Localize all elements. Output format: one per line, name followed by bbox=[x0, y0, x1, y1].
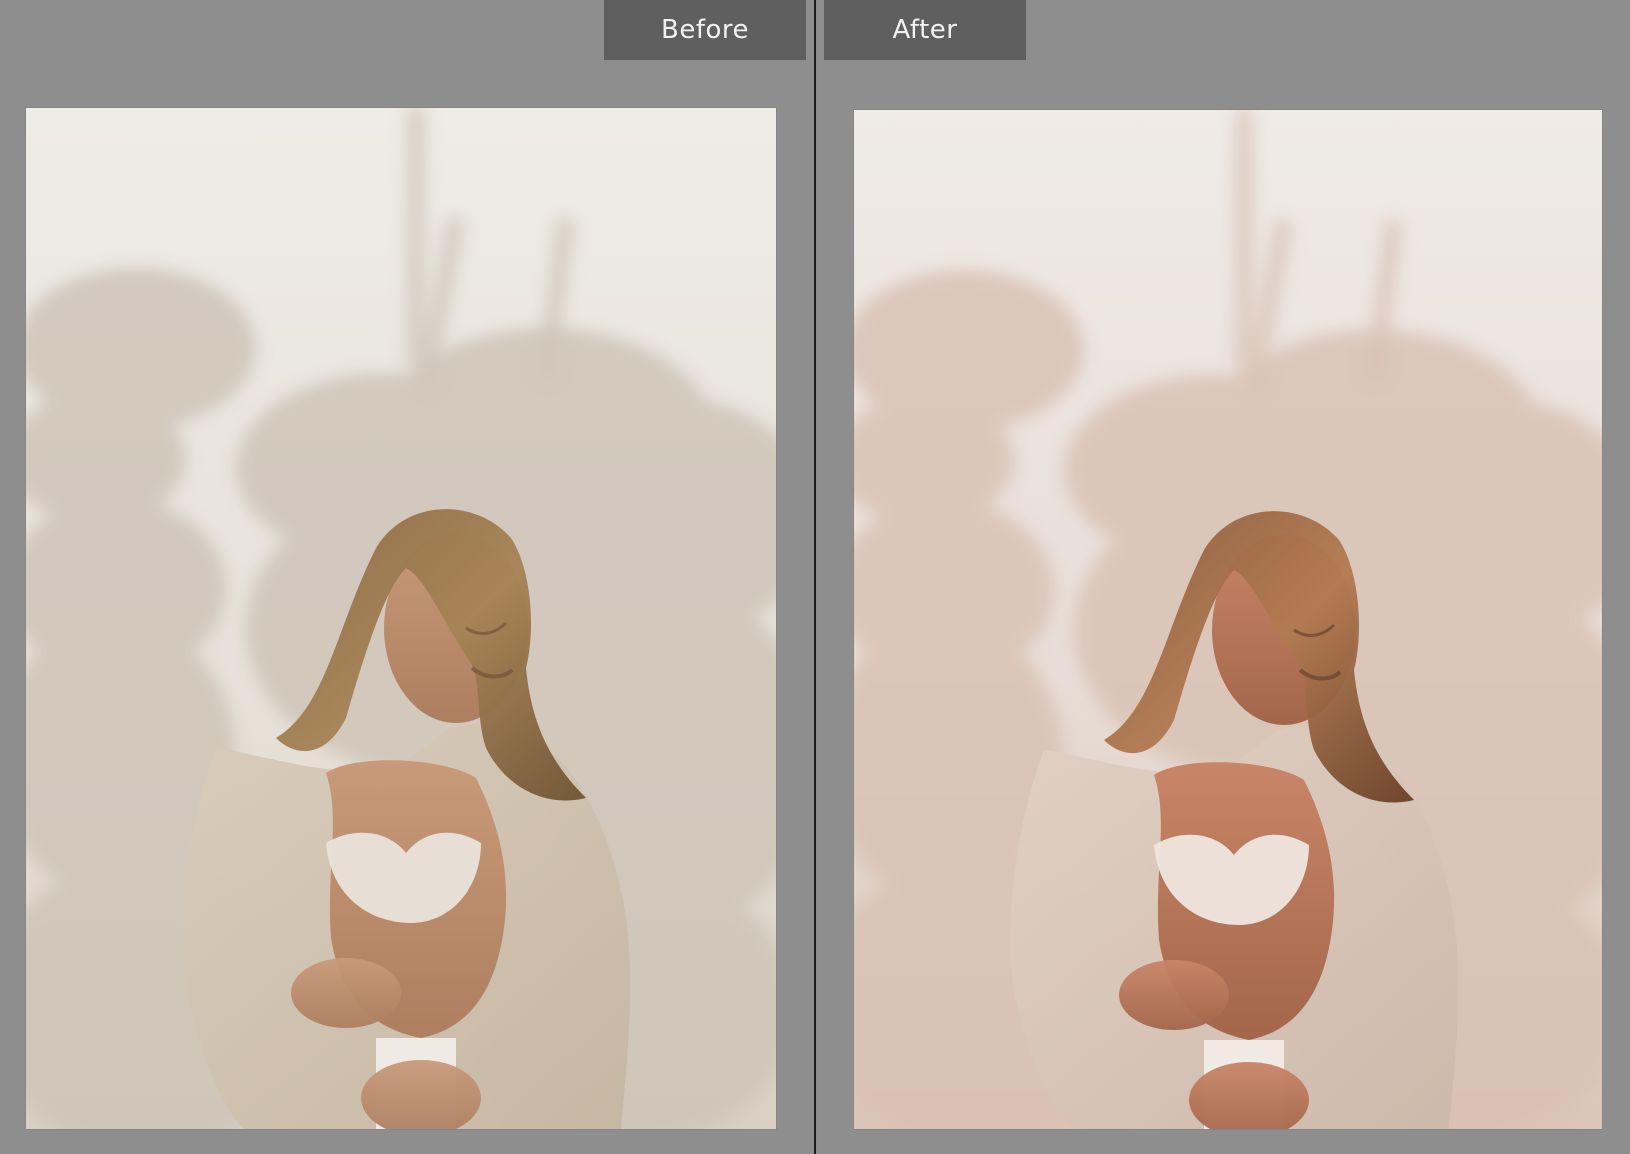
before-photo[interactable] bbox=[26, 108, 776, 1129]
before-label: Before bbox=[604, 0, 806, 60]
before-photo-render bbox=[26, 108, 776, 1129]
split-divider-line bbox=[814, 0, 816, 1154]
before-pane[interactable]: Before bbox=[0, 0, 812, 1154]
after-label: After bbox=[824, 0, 1026, 60]
after-pane[interactable]: After bbox=[818, 0, 1630, 1154]
before-after-compare-view: Before After bbox=[0, 0, 1630, 1154]
after-photo-render bbox=[854, 110, 1602, 1129]
after-photo[interactable] bbox=[854, 110, 1602, 1129]
